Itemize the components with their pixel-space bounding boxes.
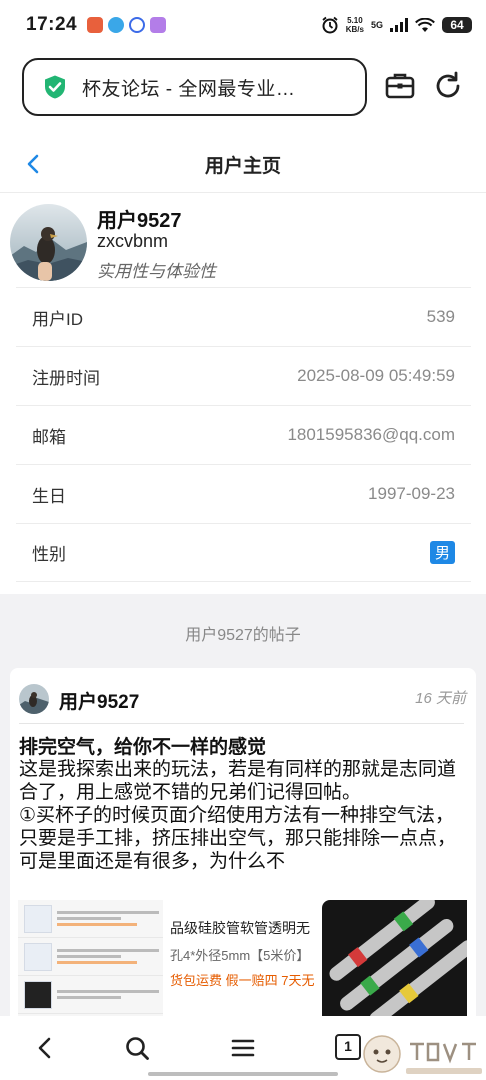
info-row-gender: 性别 男 [16, 523, 471, 582]
post-author: 用户9527 [59, 692, 140, 713]
ad-promo: 货包运费 假一赔四 7天无 [170, 973, 315, 988]
app-notification-icon [108, 17, 125, 33]
info-value: 539 [426, 307, 455, 326]
tabs-button[interactable]: 1 [335, 1034, 361, 1060]
ad-thumb [24, 904, 52, 933]
watermark-logo [360, 1030, 486, 1080]
home-indicator[interactable] [148, 1072, 338, 1076]
status-bar: 17:24 5.10 KB/s 5G 64 [0, 0, 486, 50]
profile-username: zxcvbnm [97, 231, 169, 251]
page-title-in-address: 杯友论坛 - 全网最专业… [82, 78, 296, 100]
info-label: 用户ID [32, 309, 83, 329]
app-notification-icon [150, 17, 167, 33]
status-time: 17:24 [26, 14, 78, 35]
ad-product-list [18, 900, 163, 1016]
info-value: 1997-09-23 [368, 484, 455, 503]
post-divider [19, 723, 464, 724]
post-author-avatar[interactable] [19, 684, 49, 714]
network-speed: 5.10 KB/s [346, 16, 364, 34]
search-icon[interactable] [123, 1034, 151, 1062]
refresh-icon[interactable] [432, 70, 464, 102]
address-bar[interactable]: 杯友论坛 - 全网最专业… [22, 58, 367, 116]
toolbox-icon[interactable] [384, 70, 416, 102]
speed-value: 5.10 [347, 16, 363, 25]
profile-info-list: 用户ID 539 注册时间 2025-08-09 05:49:59 邮箱 180… [16, 287, 471, 582]
ad-list-item [18, 938, 163, 976]
page-header: 用户主页 [0, 135, 486, 193]
info-value: 2025-08-09 05:49:59 [297, 366, 455, 385]
ad-title: 品级硅胶管软管透明无 [170, 920, 310, 936]
avatar[interactable] [10, 204, 87, 281]
secure-shield-icon [45, 75, 65, 99]
ad-spec: 孔4*外径5mm【5米价】 [170, 948, 310, 963]
profile-name: 用户9527 [97, 210, 182, 232]
ad-thumb [24, 942, 52, 971]
gender-badge: 男 [429, 541, 455, 564]
post-title[interactable]: 排完空气，给你不一样的感觉 [19, 732, 266, 759]
info-label: 性别 [32, 545, 66, 564]
signal-icon [390, 18, 408, 32]
info-row-email: 邮箱 1801595836@qq.com [16, 405, 471, 464]
network-type: 5G [370, 20, 383, 30]
info-row-birthday: 生日 1997-09-23 [16, 464, 471, 523]
info-label: 生日 [32, 486, 66, 506]
page-title: 用户主页 [204, 156, 281, 177]
menu-icon[interactable] [229, 1034, 257, 1062]
ad-list-item [18, 976, 163, 1014]
post-body: 这是我探索出来的玩法，若是有同样的那就是志同道合了，用上感觉不错的兄弟们记得回帖… [19, 759, 457, 872]
info-label: 邮箱 [32, 427, 66, 447]
posts-section-title: 用户9527的帖子 [185, 627, 301, 644]
profile-bio: 实用性与体验性 [97, 262, 216, 281]
baidu-notification-icon [129, 17, 146, 33]
post-time: 16 天前 [415, 690, 466, 707]
ad-thumb [24, 980, 52, 1009]
app-notification-icon [87, 17, 104, 33]
notification-icons [87, 17, 167, 33]
info-row-register-time: 注册时间 2025-08-09 05:49:59 [16, 346, 471, 405]
speed-unit: KB/s [345, 25, 364, 34]
info-value: 1801595836@qq.com [287, 425, 455, 444]
back-icon[interactable] [32, 1034, 60, 1062]
ad-list-item [18, 900, 163, 938]
info-label: 注册时间 [32, 368, 100, 388]
alarm-icon [322, 16, 338, 34]
ad-product-image [322, 900, 467, 1016]
battery-level: 64 [442, 17, 472, 33]
wifi-icon [415, 17, 435, 32]
info-row-user-id: 用户ID 539 [16, 287, 471, 346]
ad-banner[interactable]: 品级硅胶管软管透明无 孔4*外径5mm【5米价】 货包运费 假一赔四 7天无 [18, 900, 467, 1016]
